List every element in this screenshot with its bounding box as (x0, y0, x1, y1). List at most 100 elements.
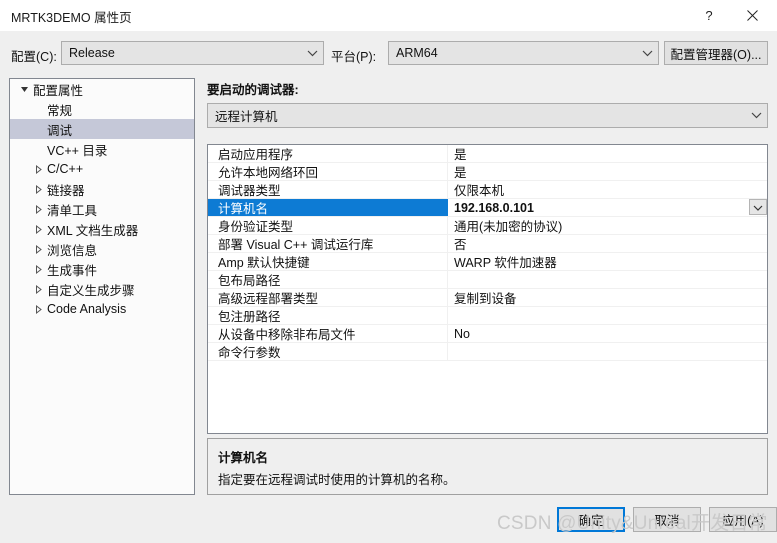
property-row[interactable]: 包注册路径 (208, 307, 767, 325)
property-tree-list: 配置属性 常规调试 VC++ 目录 C/C++ 链接器清单工具 XML 文档生成器 浏览信息… (10, 79, 194, 319)
chevron-down-icon (745, 112, 767, 119)
twisty-collapsed-icon[interactable] (30, 164, 47, 174)
close-icon (746, 9, 758, 21)
twisty-collapsed-icon[interactable] (30, 204, 47, 214)
help-button[interactable]: ? (687, 0, 731, 30)
twisty-collapsed-icon[interactable] (30, 244, 47, 254)
configuration-value: Release (69, 46, 115, 60)
property-name: 包注册路径 (208, 307, 448, 324)
row-indent (208, 253, 215, 270)
property-row[interactable]: 部署 Visual C++ 调试运行库否 (208, 235, 767, 253)
property-row[interactable]: 身份验证类型 通用(未加密的协议) (208, 217, 767, 235)
property-row[interactable]: 调试器类型 仅限本机 (208, 181, 767, 199)
property-name: 允许本地网络环回 (208, 163, 448, 180)
property-row[interactable]: 从设备中移除非布局文件 No (208, 325, 767, 343)
property-row[interactable]: 高级远程部署类型 复制到设备 (208, 289, 767, 307)
sidebar-item-10[interactable]: 自定义生成步骤 (10, 279, 194, 299)
row-indent (208, 145, 215, 162)
apply-button[interactable]: 应用(A) (709, 507, 777, 532)
sidebar-item-label: 链接器 (47, 183, 85, 198)
configuration-manager-button[interactable]: 配置管理器(O)... (664, 41, 768, 65)
property-name: Amp 默认快捷键 (208, 253, 448, 270)
sidebar-item-label: 生成事件 (47, 263, 98, 278)
sidebar-item-label: VC++ 目录 (47, 143, 108, 158)
debugger-to-launch-label: 要启动的调试器: (207, 83, 299, 97)
sidebar-item-label: 自定义生成步骤 (47, 283, 135, 298)
chevron-down-icon (636, 50, 658, 57)
property-value[interactable]: 192.168.0.101 (448, 199, 767, 216)
platform-dropdown[interactable]: ARM64 (388, 41, 659, 65)
sidebar-item-5[interactable]: 链接器 (10, 179, 194, 199)
property-name: 从设备中移除非布局文件 (208, 325, 448, 342)
property-value[interactable] (448, 307, 767, 324)
debugger-to-launch-dropdown[interactable]: 远程计算机 (207, 103, 768, 128)
property-value[interactable]: No (448, 325, 767, 342)
property-value[interactable]: 是 (448, 163, 767, 180)
row-indent (208, 289, 215, 306)
sidebar-item-11[interactable]: Code Analysis (10, 299, 194, 319)
help-icon: ? (705, 7, 713, 23)
window-title: MRTK3DEMO 属性页 (11, 11, 132, 25)
row-indent (208, 343, 215, 360)
twisty-collapsed-icon[interactable] (30, 304, 47, 314)
property-value[interactable]: WARP 软件加速器 (448, 253, 767, 270)
property-grid-rows: 启动应用程序是允许本地网络环回是调试器类型 仅限本机 计算机名 192.168.0.1… (208, 145, 767, 361)
sidebar-item-6[interactable]: 清单工具 (10, 199, 194, 219)
twisty-collapsed-icon[interactable] (30, 284, 47, 294)
chevron-down-icon (301, 50, 323, 57)
ok-button[interactable]: 确定 (557, 507, 625, 532)
property-name: 部署 Visual C++ 调试运行库 (208, 235, 448, 252)
property-row[interactable]: Amp 默认快捷键 WARP 软件加速器 (208, 253, 767, 271)
sidebar-item-4[interactable]: C/C++ (10, 159, 194, 179)
configuration-dropdown[interactable]: Release (61, 41, 324, 65)
property-value[interactable]: 否 (448, 235, 767, 252)
configuration-label: 配置(C): (11, 50, 57, 64)
property-value[interactable]: 复制到设备 (448, 289, 767, 306)
property-row[interactable]: 允许本地网络环回是 (208, 163, 767, 181)
property-tree-panel[interactable]: 配置属性 常规调试 VC++ 目录 C/C++ 链接器清单工具 XML 文档生成器 浏览信息… (9, 78, 195, 495)
row-indent (208, 325, 215, 342)
sidebar-item-0[interactable]: 配置属性 (10, 79, 194, 99)
property-value[interactable]: 仅限本机 (448, 181, 767, 198)
sidebar-item-9[interactable]: 生成事件 (10, 259, 194, 279)
row-indent (208, 307, 215, 324)
row-indent (208, 181, 215, 198)
property-row[interactable]: 命令行参数 (208, 343, 767, 361)
debugger-to-launch-value: 远程计算机 (215, 110, 278, 124)
twisty-collapsed-icon[interactable] (30, 264, 47, 274)
property-value[interactable] (448, 271, 767, 288)
property-row[interactable]: 包布局路径 (208, 271, 767, 289)
sidebar-item-label: 清单工具 (47, 203, 98, 218)
sidebar-item-label: C/C++ (47, 162, 84, 176)
property-value[interactable] (448, 343, 767, 360)
description-title: 计算机名 (218, 451, 269, 465)
description-text: 指定要在远程调试时使用的计算机的名称。 (218, 473, 456, 487)
chevron-down-icon (753, 200, 763, 214)
sidebar-item-1[interactable]: 常规 (10, 99, 194, 119)
property-row[interactable]: 启动应用程序是 (208, 145, 767, 163)
sidebar-item-3[interactable]: VC++ 目录 (10, 139, 194, 159)
property-value[interactable]: 是 (448, 145, 767, 162)
property-value[interactable]: 通用(未加密的协议) (448, 217, 767, 234)
sidebar-item-label: XML 文档生成器 (47, 223, 139, 238)
cancel-button[interactable]: 取消 (633, 507, 701, 532)
property-grid[interactable]: 启动应用程序是允许本地网络环回是调试器类型 仅限本机 计算机名 192.168.0.1… (207, 144, 768, 434)
twisty-expanded-icon[interactable] (16, 85, 33, 94)
property-row[interactable]: 计算机名 192.168.0.101 (208, 199, 767, 217)
row-indent (208, 199, 215, 216)
sidebar-item-2[interactable]: 调试 (10, 119, 194, 139)
title-bar: MRTK3DEMO 属性页 ? (0, 0, 777, 32)
row-indent (208, 163, 215, 180)
platform-label: 平台(P): (331, 50, 377, 64)
twisty-collapsed-icon[interactable] (30, 224, 47, 234)
row-indent (208, 217, 215, 234)
close-button[interactable] (730, 0, 774, 30)
property-name: 命令行参数 (208, 343, 448, 360)
sidebar-item-8[interactable]: 浏览信息 (10, 239, 194, 259)
twisty-collapsed-icon[interactable] (30, 184, 47, 194)
description-panel: 计算机名 指定要在远程调试时使用的计算机的名称。 (207, 438, 768, 495)
sidebar-item-label: 调试 (47, 123, 73, 138)
platform-value: ARM64 (396, 46, 438, 60)
property-value-dropdown-button[interactable] (749, 199, 767, 215)
sidebar-item-7[interactable]: XML 文档生成器 (10, 219, 194, 239)
